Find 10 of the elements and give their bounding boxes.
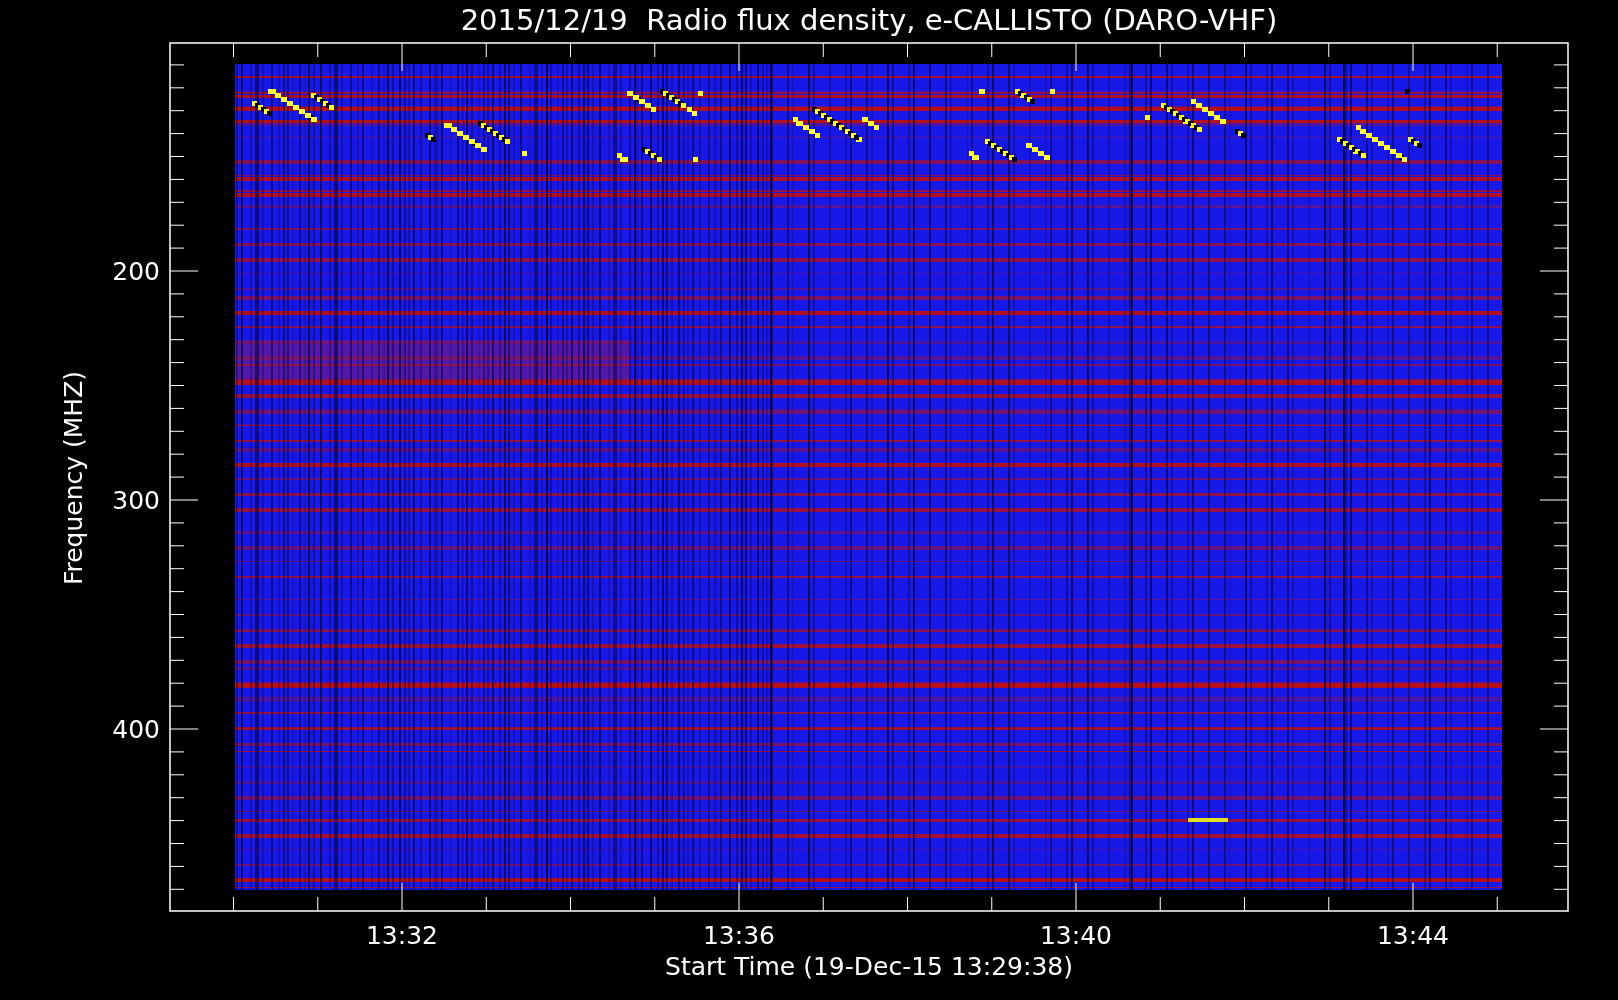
tick-label: 13:32 — [366, 921, 438, 950]
axis-label: Start Time (19-Dec-15 13:29:38) — [665, 952, 1073, 981]
tick-label: 13:36 — [703, 921, 775, 950]
tick-label: 200 — [112, 257, 160, 286]
tick-label: 13:40 — [1040, 921, 1112, 950]
chart-title: 2015/12/19 Radio flux density, e-CALLISTO (DARO-VHF) — [460, 3, 1278, 37]
tick-label: 13:44 — [1377, 921, 1449, 950]
tick-label: 300 — [112, 486, 160, 515]
axis-label: Frequency (MHZ) — [59, 370, 88, 586]
tick-label: 400 — [112, 715, 160, 744]
